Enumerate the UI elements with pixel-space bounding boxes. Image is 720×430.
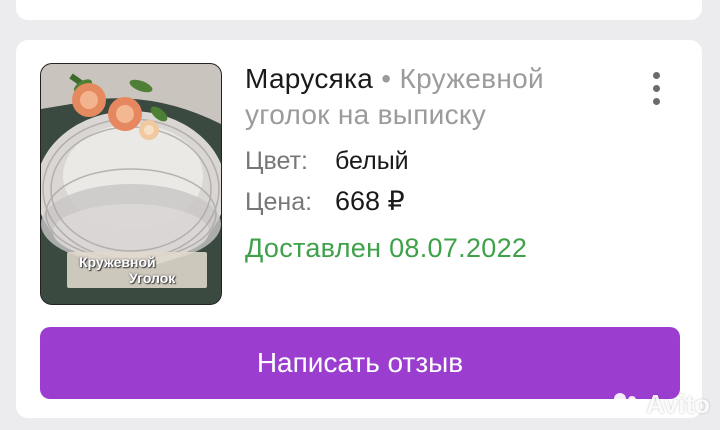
color-label: Цвет: <box>245 147 308 175</box>
order-title[interactable]: Марусяка • Кружевной уголок на выписку <box>245 61 645 133</box>
previous-order-card <box>16 0 702 20</box>
kebab-dot <box>652 84 660 92</box>
order-card: Кружевной Уголок Марусяка • Кружевной уг… <box>16 40 702 418</box>
price-label: Цена: <box>245 188 313 216</box>
price-row: Цена: 668 ₽ <box>245 186 405 217</box>
delivery-status: Доставлен 08.07.2022 <box>245 233 528 263</box>
watermark-text: Avito <box>646 388 711 419</box>
thumbnail-caption-line2: Уголок <box>129 270 176 286</box>
seller-name[interactable]: Марусяка <box>245 63 373 94</box>
more-vertical-icon[interactable] <box>644 68 668 108</box>
title-separator: • <box>381 63 392 94</box>
product-thumbnail[interactable]: Кружевной Уголок <box>40 63 222 305</box>
thumbnail-caption: Кружевной Уголок <box>67 252 207 288</box>
avito-logo-icon <box>614 393 637 415</box>
color-value: белый <box>335 147 409 175</box>
color-row: Цвет: белый <box>245 146 409 176</box>
kebab-dot <box>652 97 660 105</box>
price-value: 668 ₽ <box>335 186 405 216</box>
product-title-line2[interactable]: уголок на выписку <box>245 99 486 130</box>
avito-watermark: Avito <box>612 388 710 420</box>
thumbnail-caption-line1: Кружевной <box>79 254 156 270</box>
product-title-line1[interactable]: Кружевной <box>399 63 543 94</box>
kebab-dot <box>652 71 660 79</box>
write-review-button[interactable]: Написать отзыв <box>40 327 680 399</box>
